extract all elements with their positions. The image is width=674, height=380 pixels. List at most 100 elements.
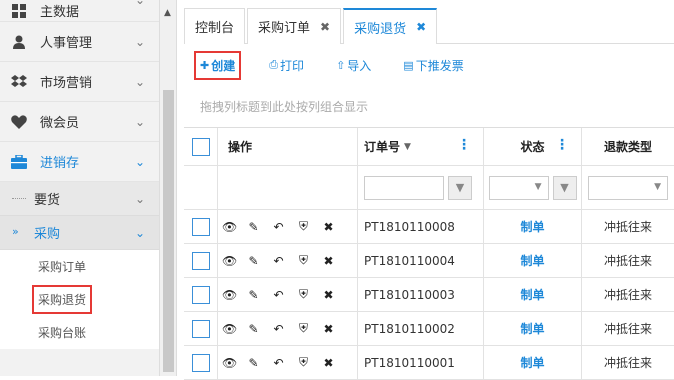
- filter-icon[interactable]: ▼: [552, 175, 577, 200]
- edit-icon[interactable]: ✎: [247, 220, 260, 234]
- tab-purchase-order[interactable]: 采购订单 ✖: [247, 8, 342, 44]
- close-icon[interactable]: ✖: [416, 20, 426, 34]
- shield-icon[interactable]: ⛨: [297, 321, 310, 336]
- column-header-status[interactable]: 状态 ⋮: [484, 128, 582, 165]
- row-checkbox[interactable]: [191, 319, 210, 338]
- sidebar-item-hr[interactable]: 人事管理 ⌄: [0, 22, 159, 62]
- caret-down-icon: ▼: [654, 181, 661, 192]
- undo-icon[interactable]: ↶: [272, 322, 285, 336]
- undo-icon[interactable]: ↶: [272, 254, 285, 268]
- table-row[interactable]: 👁 ✎ ↶ ⛨ ✖ PT1810110001 制单 冲抵往来: [184, 346, 674, 380]
- refund-type-filter-select[interactable]: ▼: [588, 175, 668, 200]
- row-actions: 👁 ✎ ↶ ⛨ ✖: [218, 210, 358, 243]
- delete-icon[interactable]: ✖: [322, 254, 335, 268]
- status-link[interactable]: 制单: [484, 278, 582, 311]
- tab-purchase-return[interactable]: 采购退货 ✖: [343, 8, 438, 44]
- tab-console[interactable]: 控制台: [184, 8, 246, 44]
- sidebar-item-master-data[interactable]: 主数据 ⌄: [0, 0, 159, 22]
- sidebar-item-label: 进销存: [40, 156, 80, 171]
- status-filter-select[interactable]: ▼: [488, 175, 549, 200]
- row-checkbox[interactable]: [191, 251, 210, 270]
- print-button[interactable]: ⎙ 打印: [269, 57, 304, 74]
- column-header-actions[interactable]: 操作: [218, 128, 358, 165]
- refund-type-cell: 冲抵往来: [603, 254, 652, 268]
- heart-icon: [10, 114, 28, 130]
- print-icon: ⎙: [269, 58, 279, 71]
- table-row[interactable]: 👁 ✎ ↶ ⛨ ✖ PT1810110003 制单 冲抵往来: [184, 278, 674, 312]
- status-link[interactable]: 制单: [484, 210, 582, 243]
- sidebar-leaf-purchase-ledger[interactable]: 采购台账: [0, 316, 159, 349]
- sidebar-subitem-requisition[interactable]: 要货 ⌄: [0, 182, 159, 216]
- column-header-label: 订单号: [364, 140, 401, 154]
- shield-icon[interactable]: ⛨: [297, 219, 310, 234]
- double-chevron-right-icon: »: [12, 225, 19, 238]
- column-header-refund-type[interactable]: 退款类型: [582, 128, 674, 165]
- scroll-up-icon[interactable]: ▲: [164, 8, 171, 18]
- filter-icon[interactable]: ▼: [448, 175, 472, 200]
- chevron-down-icon: ⌄: [134, 35, 145, 49]
- edit-icon[interactable]: ✎: [247, 254, 260, 268]
- create-label: 创建: [211, 58, 236, 73]
- column-header-order[interactable]: 订单号 ▼ ⋮: [358, 128, 484, 165]
- view-icon[interactable]: 👁: [222, 322, 237, 336]
- order-number-cell: PT1810110004: [358, 244, 484, 277]
- undo-icon[interactable]: ↶: [272, 220, 285, 234]
- table-row[interactable]: 👁 ✎ ↶ ⛨ ✖ PT1810110004 制单 冲抵往来: [184, 244, 674, 278]
- kebab-menu-icon[interactable]: ⋮: [555, 138, 569, 152]
- table-row[interactable]: 👁 ✎ ↶ ⛨ ✖ PT1810110008 制单 冲抵往来: [184, 210, 674, 244]
- undo-icon[interactable]: ↶: [272, 356, 285, 370]
- sidebar-item-inventory[interactable]: 进销存 ⌄: [0, 142, 159, 182]
- edit-icon[interactable]: ✎: [247, 288, 260, 302]
- table-row[interactable]: 👁 ✎ ↶ ⛨ ✖ PT1810110002 制单 冲抵往来: [184, 312, 674, 346]
- shield-icon[interactable]: ⛨: [297, 287, 310, 302]
- view-icon[interactable]: 👁: [222, 220, 237, 234]
- shield-icon[interactable]: ⛨: [297, 355, 310, 370]
- delete-icon[interactable]: ✖: [322, 288, 335, 302]
- chevron-down-icon: ⌄: [134, 155, 145, 169]
- edit-icon[interactable]: ✎: [247, 356, 260, 370]
- scrollbar-thumb[interactable]: [163, 90, 174, 372]
- create-button[interactable]: ✚ 创建: [193, 50, 242, 80]
- sidebar-leaf-purchase-order[interactable]: 采购订单: [0, 250, 159, 283]
- plus-icon: ✚: [200, 58, 210, 72]
- view-icon[interactable]: 👁: [222, 356, 237, 370]
- delete-icon[interactable]: ✖: [322, 322, 335, 336]
- row-checkbox[interactable]: [191, 217, 210, 236]
- sidebar-item-marketing[interactable]: 市场营销 ⌄: [0, 62, 159, 102]
- select-all-checkbox[interactable]: [191, 137, 210, 156]
- status-link[interactable]: 制单: [484, 346, 582, 379]
- status-link[interactable]: 制单: [484, 312, 582, 345]
- shield-icon[interactable]: ⛨: [297, 253, 310, 268]
- view-icon[interactable]: 👁: [222, 288, 237, 302]
- row-actions: 👁 ✎ ↶ ⛨ ✖: [218, 312, 358, 345]
- sidebar-scrollbar[interactable]: ▲: [160, 0, 177, 376]
- chevron-down-icon: ⌄: [134, 75, 145, 89]
- main-content: 控制台 采购订单 ✖ 采购退货 ✖ ✚ 创建 ⎙ 打印 ⇧ 导入 ▤ 下推发票 …: [178, 0, 674, 380]
- row-checkbox[interactable]: [191, 285, 210, 304]
- delete-icon[interactable]: ✖: [322, 220, 335, 234]
- dropbox-icon: [10, 74, 28, 90]
- import-button[interactable]: ⇧ 导入: [336, 57, 371, 74]
- delete-icon[interactable]: ✖: [322, 356, 335, 370]
- order-number-cell: PT1810110002: [358, 312, 484, 345]
- push-down-invoice-button[interactable]: ▤ 下推发票: [403, 57, 463, 74]
- column-header-label: 操作: [228, 140, 253, 154]
- edit-icon[interactable]: ✎: [247, 322, 260, 336]
- close-icon[interactable]: ✖: [320, 20, 330, 34]
- push-down-label: 下推发票: [415, 58, 464, 73]
- sidebar-leaf-label: 采购台账: [38, 326, 87, 340]
- group-by-drop-zone[interactable]: 拖拽列标题到此处按列组合显示: [200, 98, 368, 115]
- status-link[interactable]: 制单: [484, 244, 582, 277]
- sidebar-subitem-purchase[interactable]: » 采购 ⌄: [0, 216, 159, 250]
- sidebar-leaf-label: 采购退货: [31, 285, 93, 314]
- kebab-menu-icon[interactable]: ⋮: [457, 138, 471, 152]
- row-checkbox[interactable]: [191, 353, 210, 372]
- sidebar: 主数据 ⌄ 人事管理 ⌄ 市场营销 ⌄ 微会员 ⌄ 进销存 ⌄ 要货 ⌄ » 采…: [0, 0, 160, 376]
- sidebar-item-micro-member[interactable]: 微会员 ⌄: [0, 102, 159, 142]
- briefcase-icon: [10, 154, 28, 170]
- filter-cell: ▼: [358, 166, 484, 209]
- order-filter-input[interactable]: [364, 175, 444, 200]
- view-icon[interactable]: 👁: [222, 254, 237, 268]
- sidebar-leaf-purchase-return[interactable]: 采购退货: [0, 283, 159, 316]
- undo-icon[interactable]: ↶: [272, 288, 285, 302]
